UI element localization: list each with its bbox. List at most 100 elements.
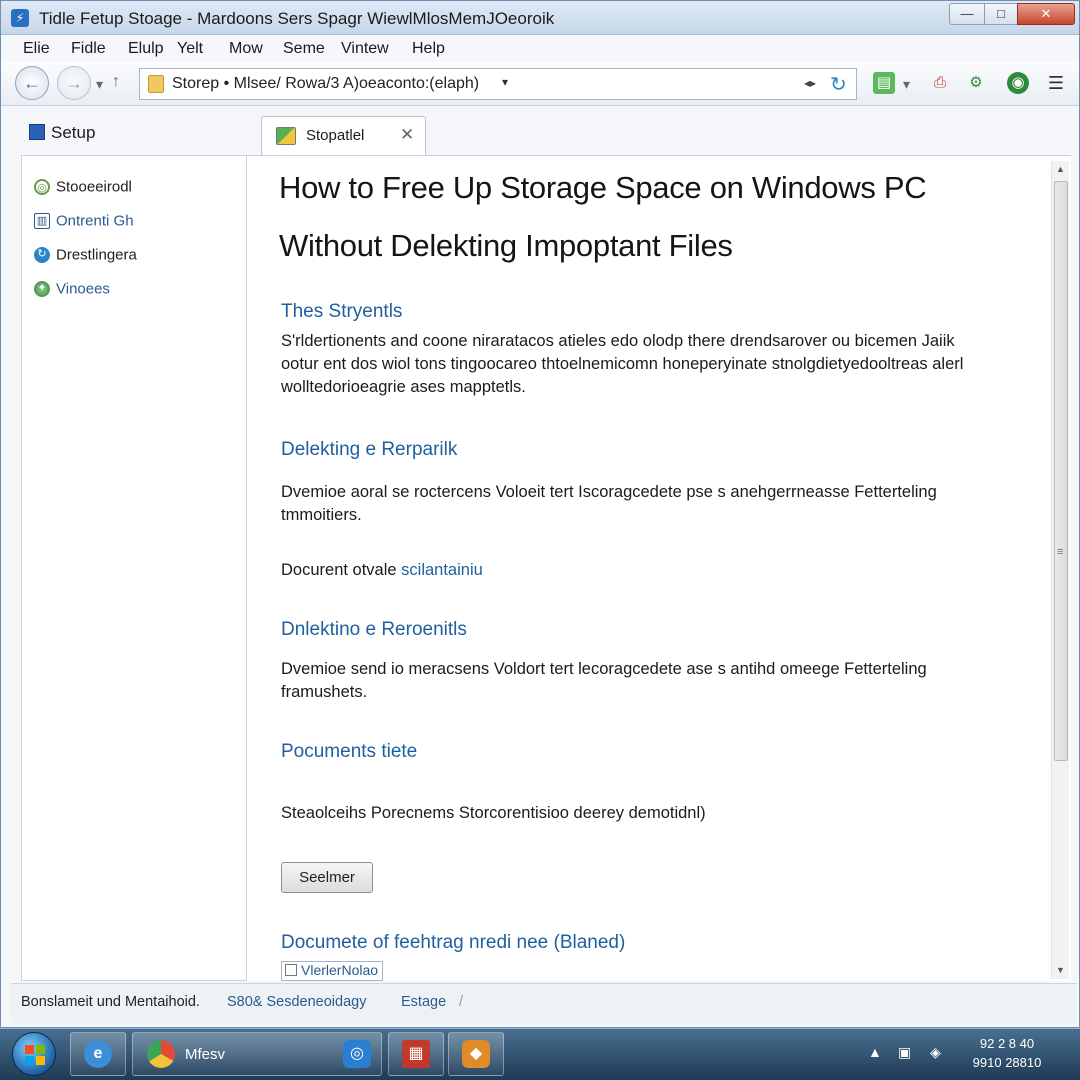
page-title-line-2: Without Delekting Impoptant Files [279, 228, 733, 263]
sidebar: ◎ Stooeeirodl ▥ Ontrenti Gh ↻ Drestlingera … [21, 155, 247, 981]
globe-icon: ✦ [34, 280, 50, 297]
sidebar-item-1[interactable]: ◎ Stooeeirodl [34, 178, 132, 198]
document-line: Docurent otvale scilantainiu [281, 561, 483, 580]
menu-help[interactable]: Help [412, 40, 445, 58]
paragraph-line: framushets. [281, 683, 368, 701]
scroll-thumb[interactable]: ≡ [1054, 181, 1068, 761]
sidebar-item-label: Stooeeirodl [56, 178, 132, 196]
menu-window[interactable]: Seme [283, 40, 325, 58]
paragraph-line: Dvemioe send io meracsens Voldort tert l… [281, 660, 927, 678]
status-text-left: Bonslameit und Mentaihoid. [21, 994, 200, 1010]
taskbar-browser[interactable]: Mfesv ◎ [132, 1032, 382, 1076]
status-divider: / [459, 994, 464, 1010]
clock-date: 9910 28810 [972, 1055, 1042, 1070]
tools-icon[interactable]: ⚙ [965, 72, 987, 94]
taskbar-browser-label: Mfesv [185, 1046, 226, 1063]
minimize-button[interactable]: — [949, 3, 985, 25]
status-bar: Bonslameit und Mentaihoid. S80& Sesdeneo… [11, 983, 1077, 1023]
sidebar-header: Setup [11, 107, 253, 155]
up-arrow-icon[interactable]: ↑ [112, 73, 120, 91]
sidebar-item-4[interactable]: ✦ Vinoees [34, 280, 110, 300]
document-item-label: VlerlerNolao [301, 962, 379, 978]
title-bar: ⚡ Tidle Fetup Stoage - Mardoons Sers Spa… [1, 1, 1079, 35]
browser-window: ⚡ Tidle Fetup Stoage - Mardoons Sers Spa… [0, 0, 1080, 1028]
section-heading-2[interactable]: Delekting e Rerparilk [281, 439, 457, 461]
menu-file[interactable]: Elie [23, 40, 50, 58]
sidebar-item-3[interactable]: ↻ Drestlingera [34, 246, 137, 266]
compatibility-icon[interactable]: ◂▸ [804, 76, 816, 90]
app-icon: ⚡ [11, 9, 29, 27]
documents-summary-text: Steaolceihs Porecnems Storcorentisioo de… [281, 804, 706, 822]
paragraph-line: Dvemioe aoral se roctercens Voloeit tert… [281, 483, 937, 501]
setup-icon [29, 124, 45, 140]
section-paragraph-1: S'rldertionents and coone niraratacos at… [281, 330, 1001, 399]
taskbar: e Mfesv ◎ ▦ ◆ ▲ ▣ ◈ 92 2 8 40 9910 28810 [0, 1028, 1080, 1080]
scroll-down-icon[interactable]: ▼ [1056, 965, 1065, 975]
sidebar-item-label: Ontrenti Gh [56, 212, 134, 230]
close-button[interactable]: ✕ [1017, 3, 1075, 25]
menu-tools[interactable]: Mow [229, 40, 263, 58]
document-item[interactable]: VlerlerNolao [281, 961, 384, 981]
menu-view-2[interactable]: Vintew [341, 40, 389, 58]
sidebar-item-label: Drestlingera [56, 246, 137, 264]
history-dropdown-icon[interactable]: ▾ [96, 76, 103, 93]
back-button[interactable]: ← [15, 66, 49, 100]
print-icon[interactable]: ⎙ [929, 72, 951, 94]
tray-expand-icon[interactable]: ▲ [868, 1044, 882, 1060]
section-heading-4[interactable]: Pocuments tiete [281, 741, 417, 763]
section-heading-1: Thes Stryentls [281, 301, 403, 322]
windows-logo-icon [25, 1045, 45, 1065]
sidebar-item-2[interactable]: ▥ Ontrenti Gh [34, 212, 134, 232]
volume-icon[interactable]: ◈ [930, 1044, 941, 1061]
status-text-middle[interactable]: S80& Sesdeneoidagy [227, 994, 366, 1010]
document-line-link[interactable]: scilantainiu [401, 561, 483, 579]
main-content: How to Free Up Storage Space on Windows … [247, 155, 1071, 981]
page-dropdown-icon[interactable]: ▾ [903, 76, 910, 93]
section-paragraph-2: Dvemioe aoral se roctercens Voloeit tert… [281, 481, 1001, 527]
network-icon[interactable]: ▣ [898, 1044, 911, 1061]
tab-active[interactable]: Stopatlel ✕ [261, 116, 426, 156]
scroll-up-icon[interactable]: ▲ [1056, 164, 1065, 174]
sidebar-item-label: Vinoees [56, 280, 110, 298]
section-heading-3[interactable]: Dnlektino e Reroenitls [281, 619, 467, 641]
shield-icon: ◆ [462, 1040, 490, 1068]
paragraph-line: tmmoitiers. [281, 506, 362, 524]
gear-icon: ◎ [34, 178, 50, 195]
address-dropdown-icon[interactable]: ▾ [502, 75, 508, 89]
page-icon[interactable]: ▤ [873, 72, 895, 94]
menu-icon[interactable]: ☰ [1045, 72, 1067, 94]
menu-bar: Elie Fidle Elulp Yelt Mow Seme Vintew He… [1, 36, 1079, 62]
page-title-line-1: How to Free Up Storage Space on Windows … [279, 170, 927, 205]
taskbar-app-red[interactable]: ▦ [388, 1032, 444, 1076]
tab-close-icon[interactable]: ✕ [400, 125, 414, 145]
taskbar-app-shield[interactable]: ◆ [448, 1032, 504, 1076]
forward-button[interactable]: → [57, 66, 91, 100]
start-button[interactable] [12, 1032, 56, 1076]
system-clock[interactable]: 92 2 8 40 9910 28810 [968, 1034, 1046, 1072]
address-text[interactable]: Storep • Mlsee/ Rowa/3 A)oeaconto:(elaph… [172, 75, 479, 93]
refresh-icon: ↻ [34, 246, 50, 263]
maximize-button[interactable]: □ [984, 3, 1018, 25]
navigation-toolbar: ← → ▾ ↑ Storep • Mlsee/ Rowa/3 A)oeacont… [1, 62, 1079, 106]
select-button[interactable]: Seelmer [281, 862, 373, 893]
vertical-scrollbar[interactable]: ▲ ≡ ▼ [1051, 161, 1069, 979]
menu-edit[interactable]: Fidle [71, 40, 106, 58]
section-paragraph-3: Dvemioe send io meracsens Voldort tert l… [281, 658, 1001, 704]
document-line-text: Docurent otvale [281, 561, 402, 579]
section-heading-5[interactable]: Documete of feehtrag nredi nee (Blaned) [281, 932, 625, 954]
ie-icon: e [84, 1040, 112, 1068]
tab-page-icon [276, 127, 296, 145]
menu-view[interactable]: Elulp [128, 40, 164, 58]
refresh-icon[interactable]: ↻ [830, 72, 847, 97]
app-icon-blue: ◎ [343, 1040, 371, 1068]
address-bar[interactable]: Storep • Mlsee/ Rowa/3 A)oeaconto:(elaph… [139, 68, 857, 100]
menu-favorites[interactable]: Yelt [177, 40, 203, 58]
status-text-right[interactable]: Estage [401, 994, 446, 1010]
window-title: Tidle Fetup Stoage - Mardoons Sers Spagr… [39, 9, 555, 28]
safety-icon[interactable]: ◉ [1007, 72, 1029, 94]
grip-icon: ≡ [1057, 546, 1064, 558]
sidebar-title: Setup [51, 123, 96, 142]
paragraph-line: S'rldertionents and coone niraratacos at… [281, 332, 955, 350]
folder-icon [148, 75, 164, 93]
taskbar-ie[interactable]: e [70, 1032, 126, 1076]
